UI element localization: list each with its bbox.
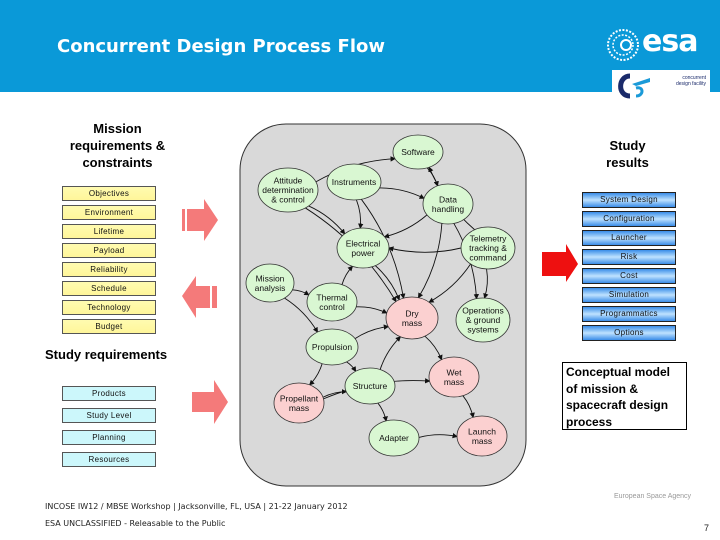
node-drymass-label: mass <box>402 318 422 328</box>
node-propellant-label: mass <box>289 403 309 413</box>
node-launchmass: Launchmass <box>456 415 508 457</box>
node-data-label: handling <box>432 204 464 214</box>
node-thermal-label: control <box>319 302 345 312</box>
process-diagram: Software Attitudedetermination& control In… <box>239 123 527 487</box>
list-item: Programmatics <box>582 306 676 322</box>
list-item: Environment <box>62 205 156 220</box>
list-item: Products <box>62 386 156 401</box>
node-operations: Operations& groundsystems <box>455 297 511 343</box>
list-item: System Design <box>582 192 676 208</box>
node-software: Software <box>392 134 444 170</box>
node-attitude-label: Attitude <box>274 176 303 186</box>
node-launchmass-label: Launch <box>468 426 496 436</box>
node-structure-label: Structure <box>353 381 388 391</box>
esa-logo-text: esa <box>642 24 698 59</box>
node-mission: Missionanalysis <box>245 263 295 303</box>
list-item: Planning <box>62 430 156 445</box>
node-wetmass-label: Wet <box>447 367 463 377</box>
node-power: Electricalpower <box>336 227 390 269</box>
esa-globe-icon <box>607 29 639 61</box>
list-item: Payload <box>62 243 156 258</box>
list-item: Risk <box>582 249 676 265</box>
esa-logo: esa <box>606 24 716 64</box>
list-item: Options <box>582 325 676 341</box>
node-drymass-label: Dry <box>405 308 419 318</box>
node-drymass: Drymass <box>385 296 439 340</box>
list-item: Lifetime <box>62 224 156 239</box>
node-attitude-label: determination <box>262 185 314 195</box>
footer-classification: ESA UNCLASSIFIED - Releasable to the Pub… <box>45 519 226 528</box>
node-instruments-label: Instruments <box>332 177 376 187</box>
node-telemetry-label: tracking & <box>469 243 507 253</box>
study-results-heading: Study results <box>606 138 649 170</box>
node-attitude-label: & control <box>271 195 305 205</box>
cdf-logo: concurrent design facility <box>612 70 710 100</box>
node-thermal-label: Thermal <box>316 292 347 302</box>
node-propellant-label: Propellant <box>280 393 319 403</box>
list-item: Launcher <box>582 230 676 246</box>
list-item: Resources <box>62 452 156 467</box>
cdf-logo-text: concurrent design facility <box>675 75 706 87</box>
node-telemetry: Telemetrytracking &command <box>460 226 516 270</box>
node-power-label: power <box>351 248 374 258</box>
mission-requirements-heading: Mission requirements & constraints <box>69 121 166 170</box>
node-telemetry-label: command <box>469 253 507 263</box>
cdf-mark-icon <box>618 73 650 99</box>
arrow-study-requirements-icon <box>192 380 228 424</box>
arrow-left-from-diagram-icon <box>182 276 217 318</box>
node-instruments: Instruments <box>326 163 382 201</box>
node-wetmass-label: mass <box>444 377 464 387</box>
list-item: Technology <box>62 300 156 315</box>
node-telemetry-label: Telemetry <box>470 234 508 244</box>
arrow-to-results-icon <box>542 244 578 282</box>
node-wetmass: Wetmass <box>428 356 480 398</box>
footer-event: INCOSE IW12 / MBSE Workshop | Jacksonvil… <box>45 502 348 511</box>
node-operations-label: Operations <box>462 306 504 316</box>
page-number: 7 <box>704 523 710 533</box>
page-title: Concurrent Design Process Flow <box>57 36 385 57</box>
node-propulsion: Propulsion <box>305 328 359 366</box>
list-item: Simulation <box>582 287 676 303</box>
list-item: Study Level <box>62 408 156 423</box>
node-propellant: Propellantmass <box>273 382 325 424</box>
footer-agency: European Space Agency <box>614 493 692 500</box>
node-data-label: Data <box>439 194 457 204</box>
node-mission-label: Mission <box>256 273 285 283</box>
node-operations-label: systems <box>467 325 498 335</box>
list-item: Budget <box>62 319 156 334</box>
node-thermal: Thermalcontrol <box>306 282 358 322</box>
list-item: Configuration <box>582 211 676 227</box>
node-mission-label: analysis <box>255 283 286 293</box>
node-data: Datahandling <box>422 183 474 225</box>
node-software-label: Software <box>401 147 435 157</box>
node-adapter-label: Adapter <box>379 433 409 443</box>
list-item: Schedule <box>62 281 156 296</box>
arrow-right-to-diagram-icon <box>182 199 218 241</box>
node-propulsion-label: Propulsion <box>312 342 352 352</box>
node-launchmass-label: mass <box>472 436 492 446</box>
node-adapter: Adapter <box>368 419 420 457</box>
list-item: Objectives <box>62 186 156 201</box>
list-item: Reliability <box>62 262 156 277</box>
node-attitude: Attitudedetermination& control <box>257 167 319 213</box>
node-operations-label: & ground <box>466 315 501 325</box>
list-item: Cost <box>582 268 676 284</box>
node-power-label: Electrical <box>346 238 381 248</box>
concept-label: Conceptual model of mission & spacecraft… <box>562 362 687 430</box>
study-requirements-heading: Study requirements <box>45 347 168 362</box>
node-structure: Structure <box>344 367 396 405</box>
